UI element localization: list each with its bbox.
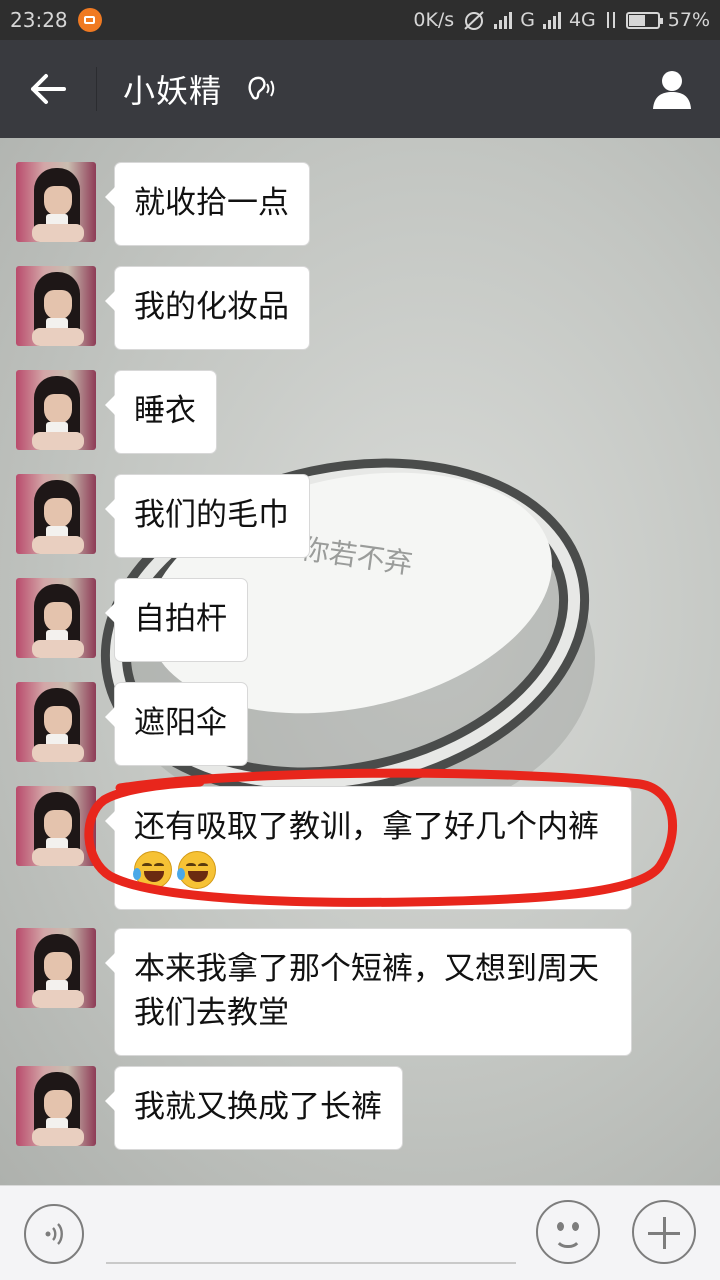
contact-avatar[interactable] xyxy=(16,474,96,554)
contact-avatar[interactable] xyxy=(16,682,96,762)
message-bubble[interactable]: 睡衣 xyxy=(105,370,217,454)
message-row: 自拍杆 xyxy=(16,578,248,662)
message-row: 我的化妆品 xyxy=(16,266,310,350)
message-input[interactable] xyxy=(106,1206,516,1264)
message-text: 我的化妆品 xyxy=(134,289,289,325)
contact-avatar[interactable] xyxy=(16,928,96,1008)
message-bubble[interactable]: 遮阳伞 xyxy=(105,682,248,766)
message-row: 就收拾一点 xyxy=(16,162,310,246)
notification-app-icon xyxy=(77,8,102,32)
contact-avatar[interactable] xyxy=(16,1066,96,1146)
signal-icon-2 xyxy=(542,11,561,29)
message-row: 本来我拿了那个短裤，又想到周天我们去教堂 xyxy=(16,928,632,1056)
contact-avatar[interactable] xyxy=(16,578,96,658)
message-bubble[interactable]: 我的化妆品 xyxy=(105,266,310,350)
message-text: 自拍杆 xyxy=(134,601,227,637)
signal-label-4g: 4G xyxy=(568,9,596,31)
input-bar xyxy=(0,1185,720,1280)
emoji-button[interactable] xyxy=(536,1200,600,1264)
arrow-left-icon xyxy=(31,74,66,104)
message-row: 我们的毛巾 xyxy=(16,474,310,558)
message-text: 我就又换成了长裤 xyxy=(134,1089,382,1125)
data-transfer-icon xyxy=(606,12,615,28)
message-row: 睡衣 xyxy=(16,370,217,454)
chat-title: 小妖精 xyxy=(123,72,223,110)
battery-icon xyxy=(625,11,663,29)
battery-percent: 57% xyxy=(667,9,710,31)
chat-area[interactable]: 你若不弃 就收拾一点 我的化妆品 睡衣 我们的毛巾 自拍杆 遮阳伞 还有吸取了教… xyxy=(0,138,720,1185)
status-bar: 23:28 0K/s G 4G 57% xyxy=(0,0,720,40)
voice-button[interactable] xyxy=(24,1204,84,1264)
message-text: 我们的毛巾 xyxy=(134,497,289,533)
message-bubble[interactable]: 自拍杆 xyxy=(105,578,248,662)
contact-avatar[interactable] xyxy=(16,162,96,242)
message-row: 遮阳伞 xyxy=(16,682,248,766)
message-text: 就收拾一点 xyxy=(134,185,289,221)
signal-icon xyxy=(494,11,513,29)
title-divider xyxy=(96,67,97,111)
message-bubble[interactable]: 就收拾一点 xyxy=(105,162,310,246)
message-text: 睡衣 xyxy=(134,393,196,429)
net-speed: 0K/s xyxy=(413,9,455,31)
back-button[interactable] xyxy=(0,40,96,138)
earpiece-icon xyxy=(246,75,276,103)
voice-icon xyxy=(45,1223,63,1245)
message-text: 本来我拿了那个短裤，又想到周天我们去教堂 xyxy=(134,951,599,1031)
person-icon xyxy=(653,71,691,109)
message-text: 遮阳伞 xyxy=(134,705,227,741)
signal-label-g: G xyxy=(520,9,535,31)
status-time: 23:28 xyxy=(10,8,68,32)
alarm-off-icon xyxy=(464,11,484,30)
message-row: 我就又换成了长裤 xyxy=(16,1066,403,1150)
message-bubble[interactable]: 我就又换成了长裤 xyxy=(105,1066,403,1150)
message-bubble[interactable]: 本来我拿了那个短裤，又想到周天我们去教堂 xyxy=(105,928,632,1056)
contact-avatar[interactable] xyxy=(16,266,96,346)
message-bubble[interactable]: 我们的毛巾 xyxy=(105,474,310,558)
chat-profile-button[interactable] xyxy=(624,40,720,138)
red-annotation-circle xyxy=(84,768,677,907)
more-options-button[interactable] xyxy=(632,1200,696,1264)
contact-avatar[interactable] xyxy=(16,370,96,450)
title-bar: 小妖精 xyxy=(0,40,720,138)
